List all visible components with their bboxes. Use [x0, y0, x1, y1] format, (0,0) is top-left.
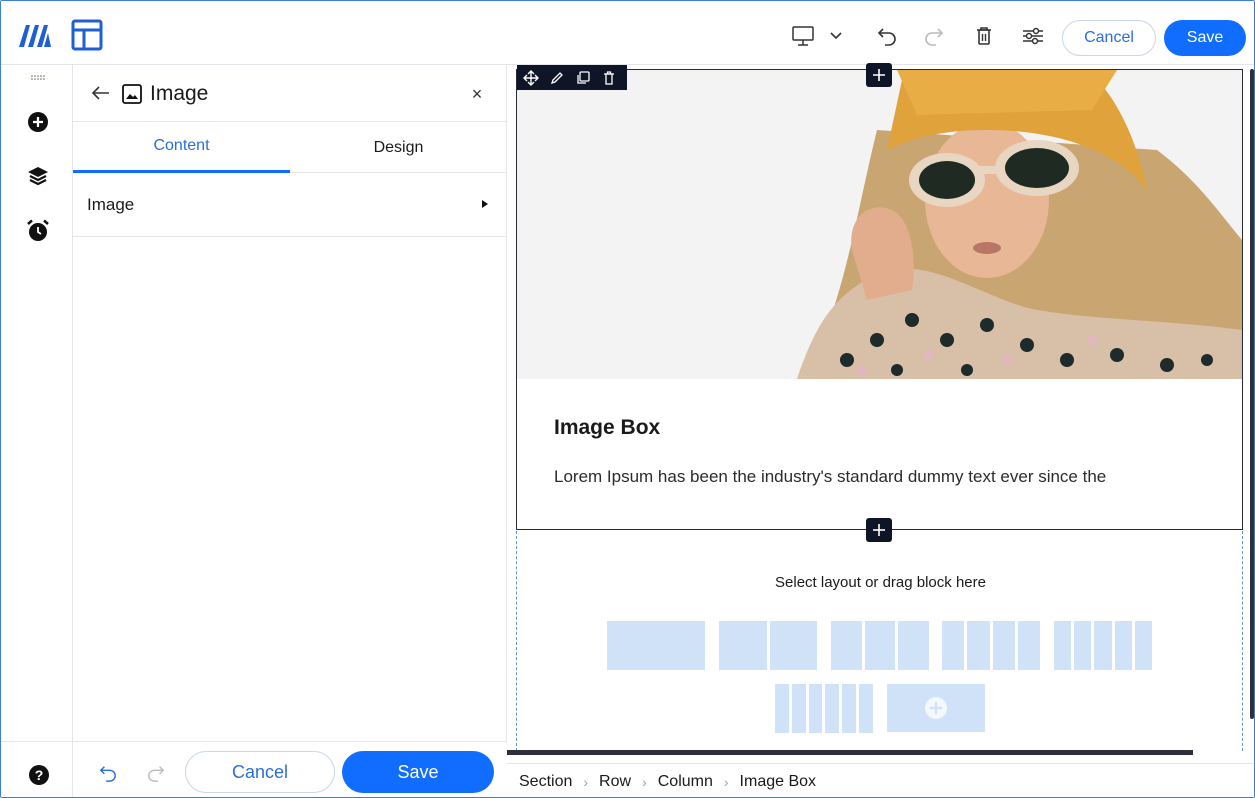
svg-text:?: ?: [35, 767, 44, 783]
layout-option-5-col[interactable]: [1054, 621, 1153, 670]
panel-cancel-button[interactable]: Cancel: [185, 751, 335, 793]
drag-handle-icon[interactable]: [26, 71, 50, 85]
image-box-description: Lorem Ipsum has been the industry's stan…: [554, 467, 1107, 486]
breadcrumb-column[interactable]: Column: [658, 773, 713, 791]
brand-logo-icon[interactable]: [17, 21, 53, 49]
pencil-icon[interactable]: [547, 68, 567, 88]
breadcrumb-section[interactable]: Section: [519, 773, 572, 791]
layout-option-1-col[interactable]: [607, 621, 705, 670]
save-button[interactable]: Save: [1164, 20, 1246, 56]
undo-icon[interactable]: [874, 23, 900, 49]
breadcrumb-separator: ›: [583, 773, 589, 790]
layers-icon[interactable]: [26, 164, 50, 188]
alarm-clock-icon[interactable]: [26, 219, 50, 243]
canvas-scrollbar[interactable]: [1250, 69, 1254, 719]
add-layout-button[interactable]: [887, 684, 985, 732]
layout-option-4-col[interactable]: [942, 621, 1040, 670]
hero-image[interactable]: [517, 70, 1242, 379]
app-frame: Cancel Save ? Image × Content Design Ima…: [0, 0, 1255, 798]
panel-header: Image ×: [73, 65, 507, 122]
breadcrumb-row[interactable]: Row: [599, 773, 631, 791]
section-image-label: Image: [87, 195, 135, 214]
trash-icon[interactable]: [599, 68, 619, 88]
inspector-panel: Image × Content Design Image Cancel Save: [73, 65, 507, 797]
breadcrumb-image-box[interactable]: Image Box: [740, 773, 816, 791]
image-box-title: Image Box: [554, 416, 661, 439]
tab-design[interactable]: Design: [290, 122, 507, 173]
sliders-icon[interactable]: [1020, 23, 1046, 49]
rail-divider: [1, 741, 73, 742]
image-box-block[interactable]: Image Box Lorem Ipsum has been the indus…: [516, 69, 1243, 530]
portrait-illustration: [517, 70, 1242, 379]
panel-save-button[interactable]: Save: [342, 751, 494, 793]
add-block-above-button[interactable]: [866, 63, 892, 87]
back-arrow-icon[interactable]: [89, 81, 113, 105]
canvas-horizontal-scrollbar[interactable]: [507, 750, 1193, 755]
desktop-icon[interactable]: [790, 23, 816, 49]
panel-title: Image: [150, 82, 209, 105]
plus-circle-icon[interactable]: [26, 110, 50, 134]
duplicate-icon[interactable]: [573, 68, 593, 88]
breadcrumb: Section › Row › Column › Image Box: [507, 763, 1254, 797]
close-icon[interactable]: ×: [466, 83, 488, 105]
cancel-button[interactable]: Cancel: [1062, 20, 1156, 56]
redo-icon[interactable]: [921, 23, 947, 49]
layout-option-6-col[interactable]: [775, 684, 873, 733]
layout-icon[interactable]: [71, 19, 103, 51]
block-edit-toolbar: [517, 65, 627, 90]
breadcrumb-separator: ›: [723, 773, 729, 790]
layout-option-2-col[interactable]: [719, 621, 817, 670]
move-icon[interactable]: [521, 68, 541, 88]
layout-dropzone[interactable]: Select layout or drag block here: [516, 531, 1243, 751]
panel-footer: Cancel Save: [73, 741, 507, 797]
chevron-down-icon[interactable]: [827, 23, 845, 49]
redo-icon[interactable]: [145, 762, 167, 784]
trash-icon[interactable]: [971, 23, 997, 49]
dropzone-label: Select layout or drag block here: [775, 574, 986, 591]
image-icon: [122, 84, 142, 104]
caret-right-icon: [482, 200, 488, 208]
tab-content[interactable]: Content: [73, 122, 290, 173]
top-bar: Cancel Save: [1, 1, 1254, 65]
help-circle-icon[interactable]: ?: [28, 764, 50, 786]
panel-tabs: Content Design: [73, 122, 507, 173]
breadcrumb-separator: ›: [642, 773, 647, 790]
section-image[interactable]: Image: [73, 173, 507, 237]
layout-option-3-col[interactable]: [831, 621, 930, 670]
left-rail: [1, 65, 73, 797]
undo-icon[interactable]: [97, 762, 119, 784]
